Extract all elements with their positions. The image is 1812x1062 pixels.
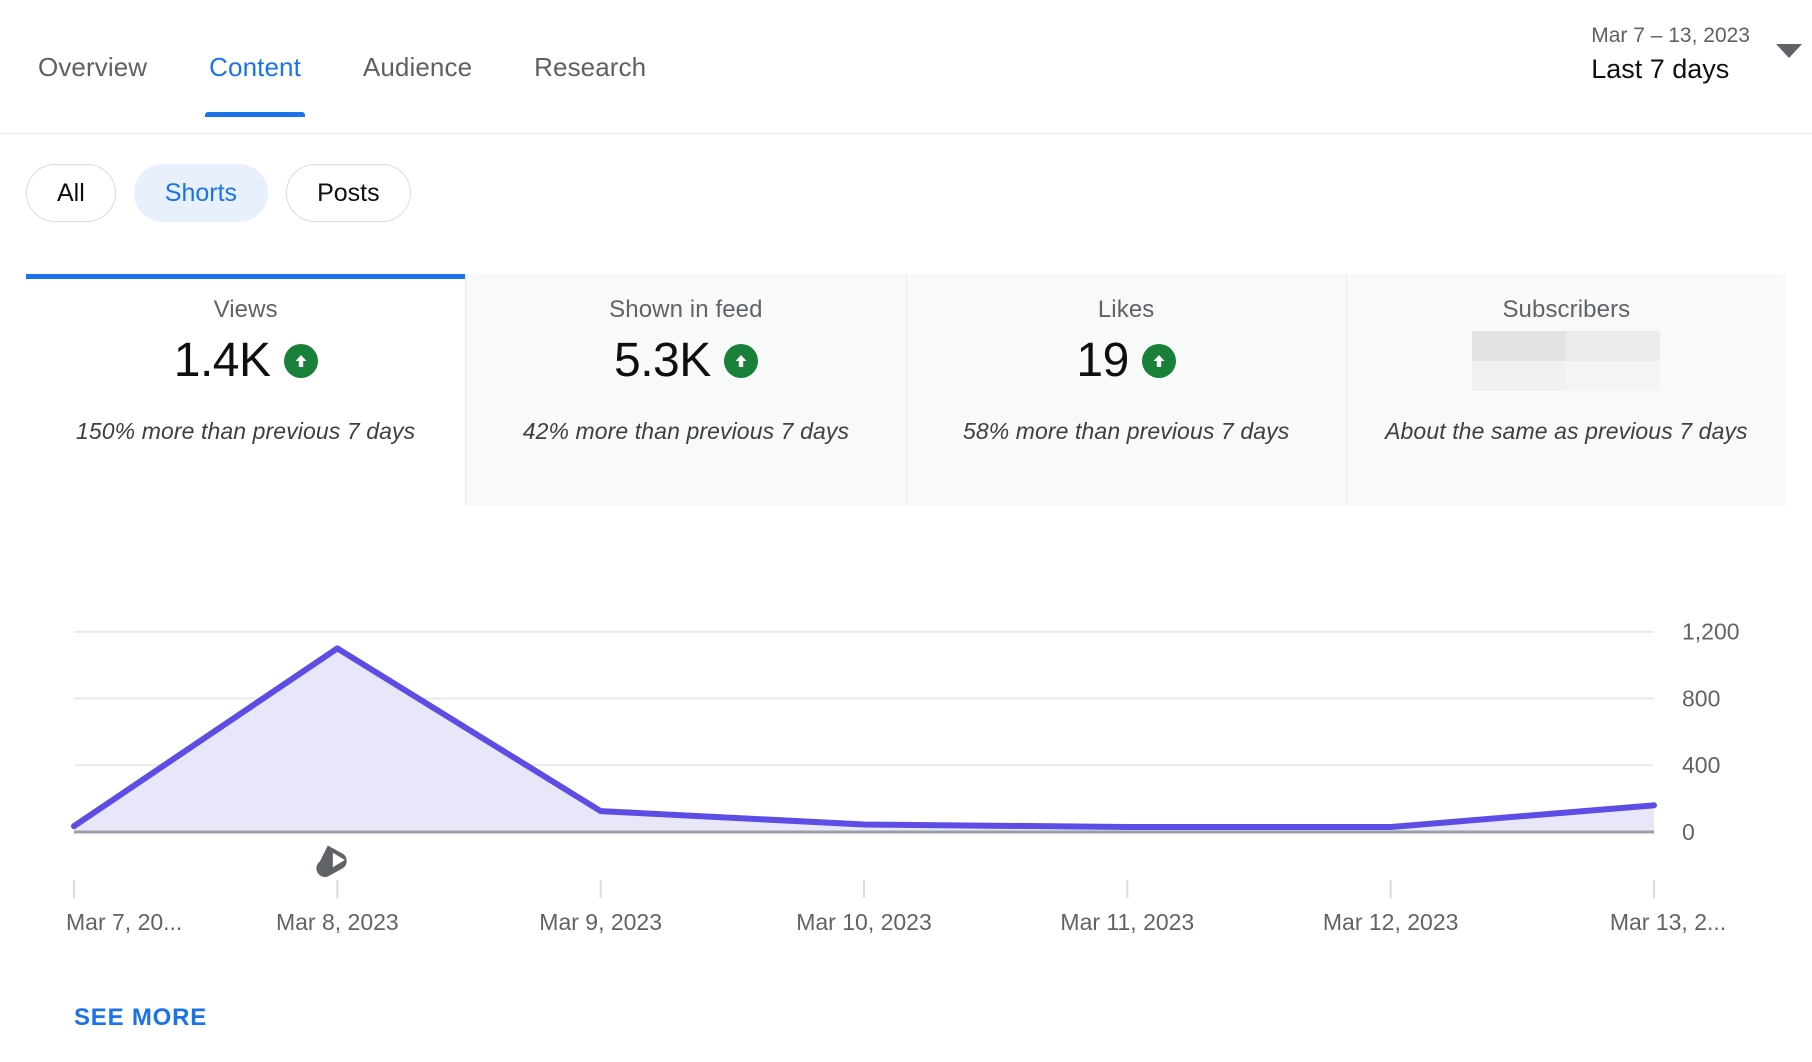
skeleton-block xyxy=(1566,331,1660,361)
chip-shorts[interactable]: Shorts xyxy=(134,164,268,222)
metric-value-row xyxy=(1472,330,1660,392)
youtube-shorts-icon[interactable] xyxy=(316,846,346,877)
chart-svg: 04008001,200 Mar 7, 20...Mar 8, 2023Mar … xyxy=(0,540,1812,960)
chart-x-axis-labels: Mar 7, 20... Mar 8, 2023 Mar 9, 2023 Mar 10… xyxy=(66,880,1726,935)
chevron-down-icon[interactable] xyxy=(1776,44,1802,58)
metric-title: Views xyxy=(214,296,278,324)
x-tick-label: Mar 10, 2023 xyxy=(796,909,932,935)
arrow-up-circle-icon xyxy=(284,344,318,378)
y-tick-label: 1,200 xyxy=(1682,619,1740,645)
x-tick-label: Mar 8, 2023 xyxy=(276,909,399,935)
metric-comparison: 58% more than previous 7 days xyxy=(963,418,1289,445)
y-tick-label: 800 xyxy=(1682,685,1720,711)
x-tick-label: Mar 9, 2023 xyxy=(539,909,662,935)
date-range-selector[interactable]: Mar 7 – 13, 2023 Last 7 days xyxy=(1591,22,1750,90)
skeleton-block xyxy=(1472,361,1566,391)
chart-area-fill xyxy=(74,648,1654,832)
metric-value-row: 1.4K xyxy=(174,330,318,392)
chip-shorts-label: Shorts xyxy=(165,179,237,208)
tab-audience[interactable]: Audience xyxy=(363,52,472,117)
metric-card-likes[interactable]: Likes 19 58% more than previous 7 days xyxy=(907,274,1347,506)
tab-overview-label: Overview xyxy=(38,52,147,82)
arrow-up-circle-icon xyxy=(1142,344,1176,378)
x-tick-label: Mar 11, 2023 xyxy=(1060,909,1194,935)
y-tick-label: 0 xyxy=(1682,819,1695,845)
metric-value: 19 xyxy=(1076,337,1128,385)
x-tick-label: Mar 7, 20... xyxy=(66,909,182,935)
tab-content[interactable]: Content xyxy=(209,52,301,117)
metric-comparison: 42% more than previous 7 days xyxy=(523,418,849,445)
x-tick-label: Mar 12, 2023 xyxy=(1323,909,1459,935)
arrow-up-circle-icon xyxy=(724,344,758,378)
metric-cards: Views 1.4K 150% more than previous 7 day… xyxy=(26,274,1786,506)
chip-all-label: All xyxy=(57,179,85,208)
see-more-link[interactable]: SEE MORE xyxy=(74,1004,207,1032)
skeleton-block xyxy=(1472,331,1566,361)
metric-card-shown-in-feed[interactable]: Shown in feed 5.3K 42% more than previou… xyxy=(466,274,906,506)
skeleton-block xyxy=(1566,361,1660,391)
metric-card-subscribers[interactable]: Subscribers About the same as previous 7… xyxy=(1347,274,1786,506)
metric-value: 1.4K xyxy=(174,337,271,385)
tab-overview[interactable]: Overview xyxy=(38,52,147,117)
metric-value-row: 5.3K xyxy=(614,330,758,392)
tab-audience-label: Audience xyxy=(363,52,472,82)
metric-card-views[interactable]: Views 1.4K 150% more than previous 7 day… xyxy=(26,274,466,506)
x-tick-label: Mar 13, 2... xyxy=(1610,909,1726,935)
chart-y-axis-labels: 0 400 800 1,200 xyxy=(1682,619,1740,845)
metric-title: Shown in feed xyxy=(609,296,762,324)
metric-value: 5.3K xyxy=(614,337,711,385)
tab-research[interactable]: Research xyxy=(534,52,646,117)
content-type-filter: All Shorts Posts xyxy=(26,164,411,222)
chip-posts-label: Posts xyxy=(317,179,380,208)
metric-comparison: About the same as previous 7 days xyxy=(1385,418,1748,445)
tab-research-label: Research xyxy=(534,52,646,82)
tab-content-label: Content xyxy=(209,52,301,82)
analytics-page: Overview Content Audience Research Mar 7… xyxy=(0,0,1812,1062)
date-range-value: Mar 7 – 13, 2023 xyxy=(1591,22,1750,49)
metric-value-loading-placeholder xyxy=(1472,331,1660,391)
date-range-label: Last 7 days xyxy=(1591,49,1750,90)
metric-comparison: 150% more than previous 7 days xyxy=(76,418,415,445)
top-navigation-bar: Overview Content Audience Research Mar 7… xyxy=(0,0,1812,134)
chip-posts[interactable]: Posts xyxy=(286,164,411,222)
y-tick-label: 400 xyxy=(1682,752,1720,778)
chip-all[interactable]: All xyxy=(26,164,116,222)
metric-title: Likes xyxy=(1098,296,1155,324)
metric-title: Subscribers xyxy=(1502,296,1630,324)
metric-value-row: 19 xyxy=(1076,330,1175,392)
views-area-chart[interactable]: 04008001,200 Mar 7, 20...Mar 8, 2023Mar … xyxy=(0,540,1812,960)
analytics-tabs: Overview Content Audience Research xyxy=(38,52,708,117)
